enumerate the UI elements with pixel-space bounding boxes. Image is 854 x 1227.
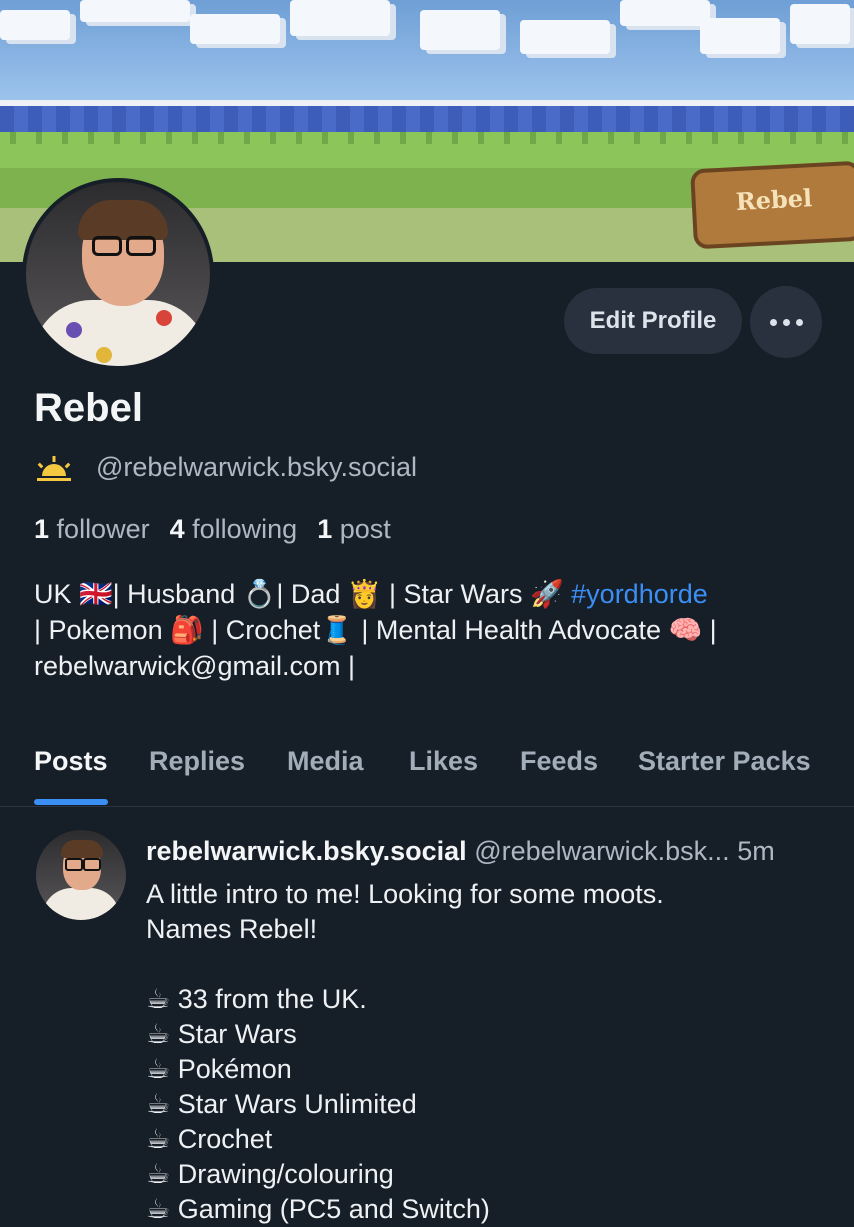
more-options-button[interactable] bbox=[750, 286, 822, 358]
sweater-pattern bbox=[156, 310, 172, 326]
post-line: ☕ Crochet bbox=[146, 1124, 273, 1154]
wooden-sign: Rebel bbox=[690, 160, 854, 250]
post-author-handle[interactable]: @rebelwarwick.bsk... bbox=[474, 836, 729, 866]
ellipsis-icon bbox=[769, 318, 777, 326]
sweater-pattern bbox=[66, 322, 82, 338]
tab-replies[interactable]: Replies bbox=[149, 746, 245, 777]
sweater-pattern bbox=[96, 347, 112, 363]
ellipsis-icon bbox=[795, 318, 803, 326]
tab-starter-packs[interactable]: Starter Packs bbox=[638, 746, 811, 777]
tab-likes[interactable]: Likes bbox=[409, 746, 478, 777]
following-link[interactable]: 4 following bbox=[170, 514, 298, 545]
post-author-avatar[interactable] bbox=[36, 830, 126, 920]
bio-line: | Pokemon 🎒 | Crochet🧵 | Mental Health A… bbox=[34, 615, 717, 645]
cloud bbox=[700, 18, 780, 54]
handle-row: @rebelwarwick.bsky.social bbox=[34, 452, 417, 483]
profile-avatar[interactable] bbox=[22, 178, 214, 370]
avatar-photo bbox=[26, 182, 210, 366]
profile-tabs: Posts Replies Media Likes Feeds Starter … bbox=[0, 740, 854, 807]
cloud bbox=[620, 0, 710, 26]
display-name: Rebel bbox=[34, 386, 143, 430]
tab-media[interactable]: Media bbox=[287, 746, 364, 777]
post-line bbox=[146, 946, 836, 981]
sign-label: Rebel bbox=[735, 183, 813, 217]
hashtag-link[interactable]: #yordhorde bbox=[571, 579, 708, 609]
cloud bbox=[420, 10, 500, 50]
active-tab-indicator bbox=[34, 799, 108, 805]
edit-profile-button[interactable]: Edit Profile bbox=[564, 288, 742, 354]
post-timestamp[interactable]: 5m bbox=[737, 836, 775, 866]
post-line: ☕ Star Wars Unlimited bbox=[146, 1089, 417, 1119]
cloud bbox=[520, 20, 610, 54]
post-line: A little intro to me! Looking for some m… bbox=[146, 879, 664, 909]
tab-feeds[interactable]: Feeds bbox=[520, 746, 598, 777]
cloud bbox=[290, 0, 390, 36]
posts-count: 1 post bbox=[317, 514, 391, 544]
profile-stats: 1 follower 4 following 1 post bbox=[34, 514, 411, 545]
post-header: rebelwarwick.bsky.social @rebelwarwick.b… bbox=[146, 836, 836, 867]
cloud bbox=[190, 14, 280, 44]
post-line: ☕ Gaming (PC5 and Switch) bbox=[146, 1194, 490, 1224]
profile-bio: UK 🇬🇧| Husband 💍| Dad 👸 | Star Wars 🚀 #y… bbox=[34, 576, 834, 684]
cloud bbox=[80, 0, 190, 22]
banner-grass-edge bbox=[0, 132, 854, 144]
post-line: ☕ Pokémon bbox=[146, 1054, 292, 1084]
post-line: ☕ Star Wars bbox=[146, 1019, 297, 1049]
avatar-hair bbox=[78, 200, 168, 240]
post-body[interactable]: A little intro to me! Looking for some m… bbox=[146, 876, 836, 1226]
post-line: ☕ Drawing/colouring bbox=[146, 1159, 394, 1189]
sweater-pattern bbox=[176, 342, 192, 358]
post-line: ☕ 33 from the UK. bbox=[146, 984, 367, 1014]
glasses-icon bbox=[86, 236, 162, 258]
post-author-name[interactable]: rebelwarwick.bsky.social bbox=[146, 836, 467, 866]
followers-link[interactable]: 1 follower bbox=[34, 514, 150, 545]
cloud bbox=[0, 10, 70, 40]
post-line: Names Rebel! bbox=[146, 914, 318, 944]
ellipsis-icon bbox=[782, 318, 790, 326]
sunrise-icon bbox=[37, 455, 71, 481]
profile-handle[interactable]: @rebelwarwick.bsky.social bbox=[96, 452, 417, 483]
bio-line: UK 🇬🇧| Husband 💍| Dad 👸 | Star Wars 🚀 #y… bbox=[34, 579, 708, 609]
cloud bbox=[790, 4, 850, 44]
tab-posts[interactable]: Posts bbox=[34, 746, 108, 777]
bio-line: rebelwarwick@gmail.com | bbox=[34, 651, 355, 681]
